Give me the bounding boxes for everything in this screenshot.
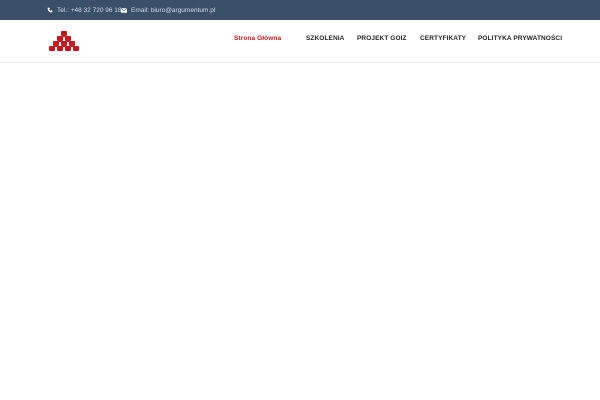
page-content — [0, 63, 600, 400]
nav-item-projekt-goiz[interactable]: PROJEKT GOIZ — [357, 35, 407, 42]
site-header: Strona Główna SZKOLENIA PROJEKT GOIZ CER… — [0, 20, 600, 63]
email-contact[interactable]: Email: biuro@argumentum.pl — [121, 0, 215, 20]
nav-item-polityka-prywatnosci[interactable]: POLITYKA PRYWATNOŚCI — [478, 35, 562, 42]
nav-item-home[interactable]: Strona Główna — [234, 35, 281, 42]
phone-contact[interactable]: Tel.: +48 32 720 96 18 — [47, 0, 122, 20]
envelope-icon — [121, 7, 127, 13]
top-contact-bar: Tel.: +48 32 720 96 18 Email: biuro@argu… — [0, 0, 600, 20]
nav-item-certyfikaty[interactable]: CERTYFIKATY — [420, 35, 466, 42]
phone-text: Tel.: +48 32 720 96 18 — [57, 6, 122, 14]
email-text: Email: biuro@argumentum.pl — [131, 6, 216, 14]
puzzle-pyramid-logo[interactable] — [49, 30, 79, 52]
nav-item-szkolenia[interactable]: SZKOLENIA — [306, 35, 344, 42]
phone-icon — [47, 7, 53, 13]
